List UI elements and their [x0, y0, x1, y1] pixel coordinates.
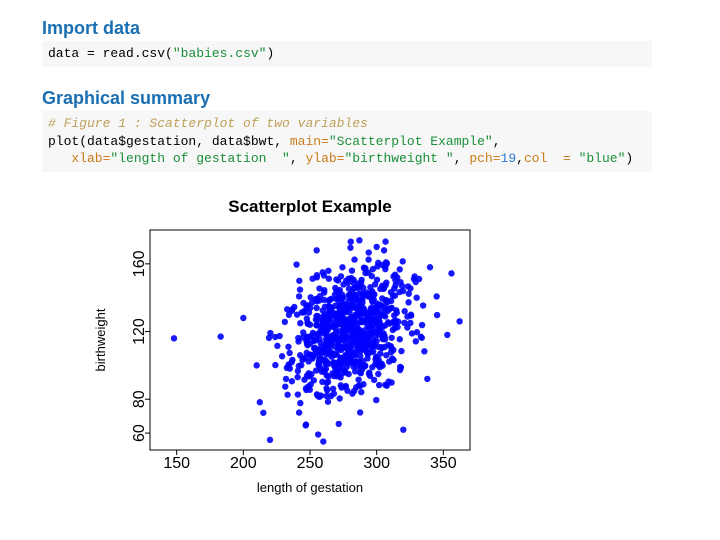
svg-text:300: 300 — [363, 455, 390, 472]
x-axis-label: length of gestation — [257, 480, 363, 495]
svg-text:80: 80 — [131, 390, 148, 408]
svg-text:350: 350 — [430, 455, 457, 472]
scatterplot-figure: Scatterplot Example 150 200 250 300 350 60 80 12… — [70, 190, 500, 530]
svg-text:160: 160 — [131, 250, 148, 277]
code-block-import: data = read.csv("babies.csv") — [42, 41, 652, 67]
svg-text:150: 150 — [163, 455, 190, 472]
y-axis-label: birthweight — [93, 308, 108, 371]
code-block-graphical: # Figure 1 : Scatterplot of two variable… — [42, 111, 652, 172]
section-heading-import: Import data — [42, 18, 652, 39]
scatterplot-svg: Scatterplot Example 150 200 250 300 350 60 80 12… — [70, 190, 500, 530]
svg-text:120: 120 — [131, 318, 148, 345]
data-points — [171, 237, 463, 445]
svg-text:250: 250 — [297, 455, 324, 472]
chart-title: Scatterplot Example — [228, 197, 391, 216]
section-heading-graphical: Graphical summary — [42, 88, 652, 109]
svg-text:60: 60 — [131, 424, 148, 442]
svg-text:200: 200 — [230, 455, 257, 472]
